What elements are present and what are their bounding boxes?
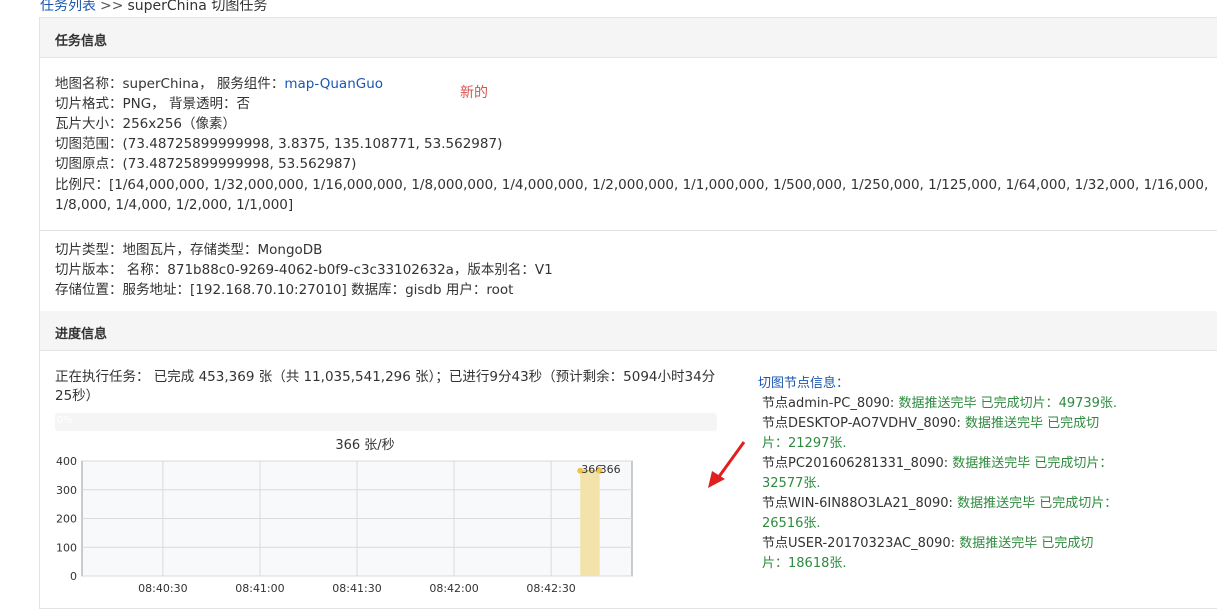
x-tick-label: 08:40:30 [138,582,187,595]
scale-list: 比例尺：[1/64,000,000, 1/32,000,000, 1/16,00… [55,177,1209,213]
x-tick-label: 08:42:30 [526,582,575,595]
throughput-chart: 366 张/秒 0 100 200 300 400 08:40:30 08:41:00 08:4… [56,438,633,595]
x-tick-label: 08:41:00 [235,582,284,595]
node-info-title: 切图节点信息： [758,376,850,391]
breadcrumb-separator: >> [100,0,124,14]
node-list: 节点admin-PC_8090: 数据推送完毕 已完成切片：49739张. 节点D… [758,394,1118,574]
node-name: 节点DESKTOP-AO7VDHV_8090: [762,416,965,431]
x-tick-label: 08:42:00 [429,582,478,595]
red-arrow-icon [708,441,746,488]
node-name: 节点admin-PC_8090: [762,396,899,411]
node-item: 节点PC201606281331_8090: 数据推送完毕 已完成切片：3257… [758,454,1118,494]
progress-heading: 进度信息 [55,327,108,342]
storage-location: 存储位置：服务地址：[192.168.70.10:27010] 数据库：gisd… [55,282,514,298]
series-area [580,470,600,576]
map-name-text: 地图名称：superChina， 服务组件： [55,76,285,92]
chart-title: 366 张/秒 [335,438,394,453]
tile-origin: 切图原点：(73.48725899999998, 53.562987) [55,156,357,172]
map-name-line: 地图名称：superChina， 服务组件：map-QuanGuo [55,74,383,94]
tile-type: 切片类型：地图瓦片，存储类型：MongoDB [55,242,323,258]
node-status: 数据推送完毕 已完成切片：49739张. [898,396,1118,411]
tile-size: 瓦片大小：256x256（像素） [55,116,237,132]
y-tick-label: 400 [56,455,77,468]
node-name: 节点WIN-6IN88O3LA21_8090: [762,496,958,511]
progress-percent-label: 0% [57,415,73,426]
breadcrumb-task-list-link[interactable]: 任务列表 [40,0,96,14]
node-info-panel: 切图节点信息： 节点admin-PC_8090: 数据推送完毕 已完成切片：49… [758,374,1118,574]
task-detail-panel: 任务信息 地图名称：superChina， 服务组件：map-QuanGuo 新… [39,17,1217,609]
tile-version: 切片版本： 名称：871b88c0-9269-4062-b0f9-c3c3310… [55,262,553,278]
task-info-header: 任务信息 [40,18,1217,58]
progress-bar: 0% [55,413,717,431]
y-tick-label: 100 [56,541,77,554]
tile-format: 切片格式：PNG， 背景透明：否 [55,96,250,112]
task-info-heading: 任务信息 [55,34,108,49]
progress-header: 进度信息 [40,311,1217,351]
node-item: 节点WIN-6IN88O3LA21_8090: 数据推送完毕 已完成切片：265… [758,494,1118,534]
x-tick-label: 08:41:30 [332,582,381,595]
y-tick-label: 200 [56,513,77,526]
node-item: 节点admin-PC_8090: 数据推送完毕 已完成切片：49739张. [758,394,1118,414]
node-item: 节点USER-20170323AC_8090: 数据推送完毕 已完成切片：186… [758,534,1118,574]
data-label: 366 [600,463,621,476]
breadcrumb: 任务列表 >> superChina 切图任务 [40,0,267,15]
y-tick-label: 0 [70,570,77,583]
breadcrumb-current: superChina 切图任务 [127,0,268,14]
section-divider [40,230,1217,231]
node-item: 节点DESKTOP-AO7VDHV_8090: 数据推送完毕 已完成切片：212… [758,414,1118,454]
progress-status-text: 正在执行任务： 已完成 453,369 张（共 11,035,541,296 张… [55,369,716,404]
tile-extent: 切图范围：(73.48725899999998, 3.8375, 135.108… [55,136,503,152]
node-name: 节点PC201606281331_8090: [762,456,953,471]
y-tick-label: 300 [56,484,77,497]
service-component-link[interactable]: map-QuanGuo [284,76,383,92]
new-mark: 新的 [460,85,488,101]
node-name: 节点USER-20170323AC_8090: [762,536,960,551]
